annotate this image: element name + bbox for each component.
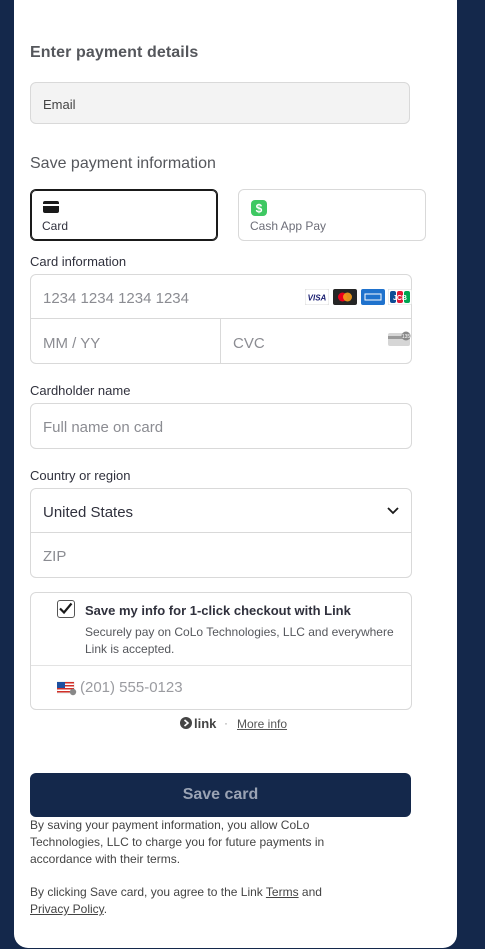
email-input[interactable]: Email [30,82,410,124]
cvc-placeholder: CVC [233,335,265,352]
cvc-card-icon: 135 [388,331,411,346]
link-brand: link [194,716,217,731]
chevron-down-icon [387,507,399,515]
expiry-placeholder: MM / YY [43,335,101,352]
country-label: Country or region [30,468,131,483]
cardholder-label: Cardholder name [30,383,131,398]
terms-prefix: By clicking Save card, you agree to the … [30,885,266,899]
card-number-placeholder: 1234 1234 1234 1234 [43,290,189,307]
checkmark-icon [59,602,73,615]
link-logo-icon [180,717,192,729]
cardholder-placeholder: Full name on card [43,419,164,436]
tab-cash-app-pay[interactable]: $ Cash App Pay [238,189,426,241]
link-separator: · [224,716,228,730]
divider [31,665,411,666]
tab-cash-app-label: Cash App Pay [250,219,327,233]
save-card-button[interactable]: Save card [30,773,411,817]
terms-paragraph: By saving your payment information, you … [30,818,325,866]
more-info-link[interactable]: More info [237,717,287,731]
us-flag-icon [57,681,77,696]
cardholder-input[interactable]: Full name on card [30,403,412,449]
svg-text:135: 135 [402,334,411,340]
tab-card[interactable]: Card [30,189,218,241]
save-info-title: Save my info for 1-click checkout with L… [85,603,351,618]
country-value: United States [43,504,134,521]
card-info-label: Card information [30,254,127,269]
save-info-checkbox[interactable] [57,600,75,618]
link-terms-paragraph: By clicking Save card, you agree to the … [30,884,380,918]
svg-text:JCB: JCB [393,295,407,302]
cash-app-icon: $ [251,200,267,216]
zip-input[interactable]: ZIP [30,532,412,578]
zip-placeholder: ZIP [43,548,67,565]
cvc-input[interactable]: CVC [220,318,412,364]
svg-text:$: $ [256,202,263,216]
save-info-description: Securely pay on CoLo Technologies, LLC a… [85,625,394,656]
country-select[interactable]: United States [30,488,412,533]
terms-and: and [298,885,322,899]
svg-text:VISA: VISA [308,294,327,303]
terms-link[interactable]: Terms [266,885,299,899]
credit-card-icon [43,201,59,213]
amex-icon [361,289,385,305]
terms-suffix: . [103,902,108,916]
jcb-icon: JCB [388,289,412,305]
privacy-policy-link[interactable]: Privacy Policy [30,902,104,916]
expiry-input[interactable]: MM / YY [30,318,221,364]
mastercard-icon [333,289,357,305]
tab-card-label: Card [42,219,69,233]
phone-input[interactable]: (201) 555-0123 [80,679,183,696]
visa-icon: VISA [305,289,329,305]
email-placeholder: Email [43,97,76,112]
section-title: Save payment information [30,155,216,172]
page-title: Enter payment details [30,44,199,61]
